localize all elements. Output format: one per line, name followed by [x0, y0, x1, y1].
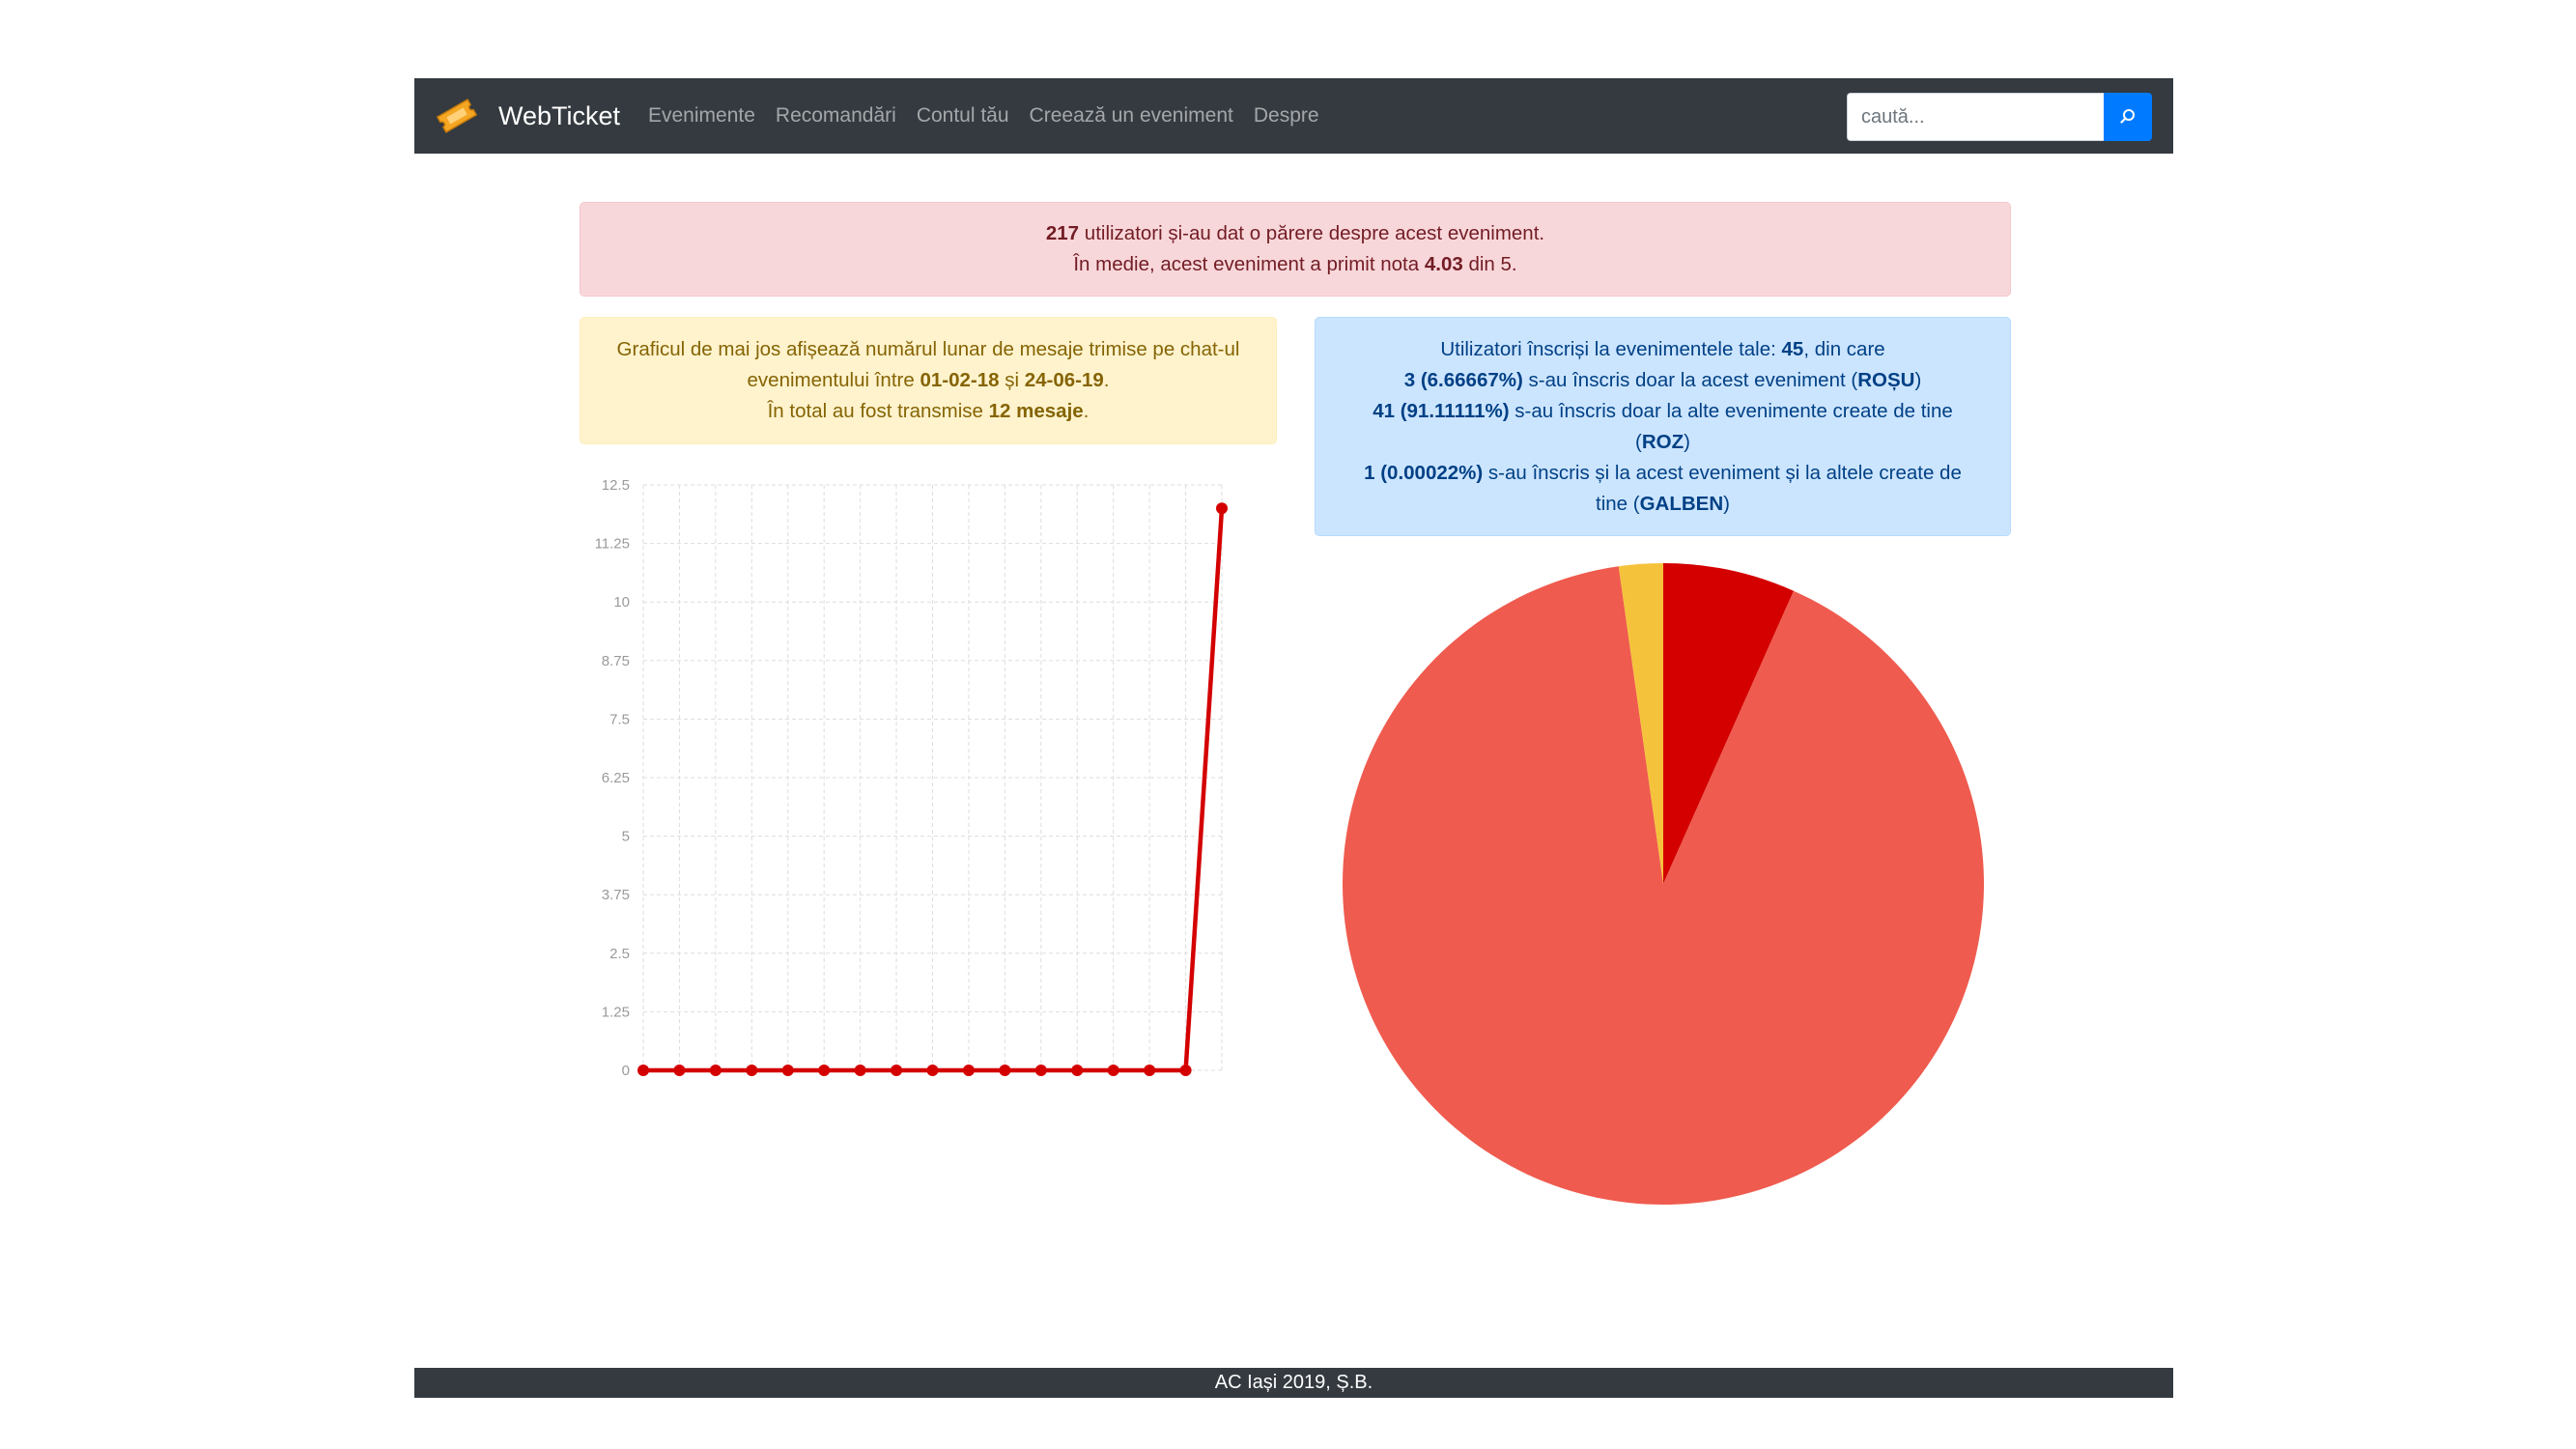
messages-period: .: [1103, 369, 1110, 391]
y-tick-label: 2.5: [609, 946, 630, 962]
users-alert: Utilizatori înscriși la evenimentele tal…: [1315, 317, 2011, 536]
footer-text: AC Iași 2019, Ș.B.: [1214, 1372, 1373, 1393]
data-point[interactable]: [1071, 1065, 1084, 1076]
data-point[interactable]: [781, 1065, 794, 1076]
rating-line-2-suffix: din 5.: [1462, 253, 1517, 275]
rating-line-2: În medie, acest eveniment a primit nota …: [580, 249, 2010, 280]
users-pie-chart: [1343, 563, 1984, 1205]
nav-link-recomandari[interactable]: Recomandări: [776, 104, 896, 128]
data-point[interactable]: [1107, 1065, 1119, 1076]
data-point[interactable]: [709, 1065, 722, 1076]
chart-grid: [642, 484, 1223, 1071]
users-total: 45: [1781, 338, 1804, 360]
data-point[interactable]: [962, 1065, 975, 1076]
data-point[interactable]: [891, 1065, 903, 1076]
rating-line-1: 217 utilizatori și-au dat o părere despr…: [580, 218, 2010, 249]
nav-link-despre[interactable]: Despre: [1254, 104, 1319, 128]
messages-alert: Graficul de mai jos afișează numărul lun…: [580, 317, 1277, 444]
data-point[interactable]: [1144, 1065, 1156, 1076]
brand-name[interactable]: WebTicket: [498, 78, 620, 154]
users-only-other-value: 41 (91.11111%): [1373, 400, 1510, 422]
messages-total-prefix: În total au fost transmise: [767, 400, 989, 422]
average-rating: 4.03: [1424, 253, 1463, 275]
users-only-other-text: s-au înscris doar la alte evenimente cre…: [1509, 400, 1953, 453]
users-line-3-close: ): [1684, 431, 1690, 453]
data-point[interactable]: [673, 1065, 686, 1076]
users-line-4-close: ): [1723, 493, 1730, 515]
nav-links: Evenimente Recomandări Contul tău Creeaz…: [648, 78, 1319, 154]
messages-description: Graficul de mai jos afișează numărul lun…: [598, 334, 1259, 396]
rating-line-1-text: utilizatori și-au dat o părere despre ac…: [1079, 222, 1545, 244]
messages-line-chart: 0 1.25 2.5 3.75 5 6.25 7.5 8.75 10 11.25 12.5: [595, 477, 1228, 1079]
data-point[interactable]: [854, 1065, 866, 1076]
data-point[interactable]: [926, 1065, 939, 1076]
users-count: 217: [1045, 222, 1080, 244]
nav-link-evenimente[interactable]: Evenimente: [648, 104, 755, 128]
search-form: [1847, 93, 2152, 141]
data-point[interactable]: [746, 1065, 758, 1076]
search-input[interactable]: [1847, 93, 2104, 141]
data-point[interactable]: [1179, 1065, 1192, 1076]
y-tick-label: 12.5: [602, 477, 630, 494]
nav-link-creeaza-eveniment[interactable]: Creează un eveniment: [1030, 104, 1233, 128]
messages-total-line: În total au fost transmise 12 mesaje.: [598, 396, 1259, 427]
color-galben: GALBEN: [1639, 493, 1724, 515]
footer: AC Iași 2019, Ș.B.: [414, 1368, 2173, 1398]
y-tick-label: 8.75: [602, 653, 630, 669]
users-line-4: 1 (0.00022%) s-au înscris și la acest ev…: [1352, 458, 1973, 520]
start-date: 01-02-18: [920, 369, 1000, 391]
y-tick-label: 1.25: [602, 1004, 630, 1020]
messages-and: și: [999, 369, 1025, 391]
data-point[interactable]: [637, 1065, 649, 1076]
data-point[interactable]: [1034, 1065, 1047, 1076]
users-both-value: 1 (0.00022%): [1364, 462, 1484, 484]
search-icon: [2120, 109, 2135, 124]
rating-line-2-prefix: În medie, acest eveniment a primit nota: [1073, 253, 1425, 275]
y-tick-label: 10: [613, 594, 630, 611]
data-point[interactable]: [1216, 502, 1228, 515]
search-button[interactable]: [2104, 93, 2152, 141]
ticket-icon[interactable]: [434, 93, 480, 139]
y-tick-label: 6.25: [602, 770, 630, 786]
data-point[interactable]: [818, 1065, 831, 1076]
y-tick-label: 3.75: [602, 887, 630, 903]
data-point[interactable]: [999, 1065, 1011, 1076]
users-line-3: 41 (91.11111%) s-au înscris doar la alte…: [1352, 396, 1973, 458]
users-line-2-close: ): [1914, 369, 1922, 391]
color-rosu: ROȘU: [1857, 369, 1915, 391]
messages-total-suffix: .: [1083, 400, 1090, 422]
y-tick-label: 0: [622, 1063, 630, 1079]
color-roz: ROZ: [1641, 431, 1684, 453]
users-line-1: Utilizatori înscriși la evenimentele tal…: [1352, 334, 1973, 365]
messages-total: 12 mesaje: [988, 400, 1084, 422]
navbar: WebTicket Evenimente Recomandări Contul …: [414, 78, 2173, 154]
y-tick-label: 7.5: [609, 711, 630, 727]
users-line-1-prefix: Utilizatori înscriși la evenimentele tal…: [1440, 338, 1782, 360]
y-tick-label: 11.25: [595, 536, 630, 553]
users-only-this-text: s-au înscris doar la acest eveniment (: [1522, 369, 1858, 391]
users-only-this-value: 3 (6.66667%): [1403, 369, 1523, 391]
y-tick-label: 5: [622, 829, 630, 845]
users-line-1-suffix: , din care: [1803, 338, 1885, 360]
users-line-2: 3 (6.66667%) s-au înscris doar la acest …: [1352, 365, 1973, 396]
nav-link-contul-tau[interactable]: Contul tău: [917, 104, 1009, 128]
rating-alert: 217 utilizatori și-au dat o părere despr…: [580, 202, 2011, 297]
end-date: 24-06-19: [1024, 369, 1104, 391]
